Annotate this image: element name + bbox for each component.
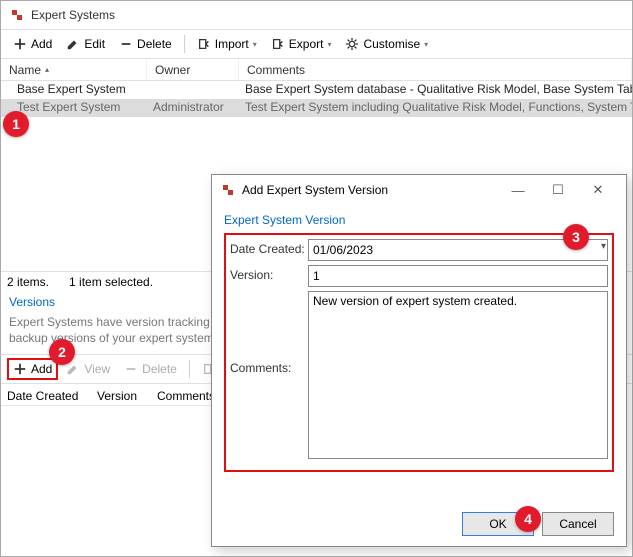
edit-button[interactable]: Edit	[60, 35, 111, 53]
comments-textarea[interactable]	[308, 291, 608, 459]
plus-icon	[13, 362, 27, 376]
selected-count: 1 item selected.	[69, 275, 153, 289]
column-header-version[interactable]: Version	[91, 387, 151, 406]
minus-icon	[119, 37, 133, 51]
titlebar: Expert Systems	[1, 1, 632, 29]
chevron-down-icon: ▾	[327, 40, 331, 49]
minimize-button[interactable]: —	[498, 176, 538, 204]
app-icon	[220, 182, 236, 198]
annotation-badge-4: 4	[515, 506, 541, 532]
add-button[interactable]: Add	[7, 35, 58, 53]
table-row[interactable]: Base Expert System Base Expert System da…	[1, 81, 632, 99]
gear-icon	[345, 37, 359, 51]
versions-delete-button[interactable]: Delete	[118, 360, 183, 378]
delete-button[interactable]: Delete	[113, 35, 178, 53]
version-input[interactable]	[308, 265, 608, 287]
chevron-down-icon: ▾	[253, 40, 257, 49]
annotation-badge-1: 1	[3, 111, 29, 137]
import-icon	[197, 37, 211, 51]
edit-icon	[66, 37, 80, 51]
toolbar-separator	[184, 35, 185, 53]
sort-asc-icon: ▴	[45, 65, 49, 74]
versions-add-button[interactable]: Add	[7, 358, 58, 380]
app-icon	[9, 7, 25, 23]
maximize-button[interactable]: ☐	[538, 176, 578, 204]
export-icon	[271, 37, 285, 51]
dialog-title: Add Expert System Version	[242, 183, 388, 197]
cancel-button[interactable]: Cancel	[542, 512, 614, 536]
comments-label: Comments:	[230, 291, 308, 375]
item-count: 2 items.	[7, 275, 49, 289]
chevron-down-icon[interactable]: ▾	[601, 241, 606, 252]
annotation-badge-2: 2	[49, 339, 75, 365]
edit-icon	[66, 362, 80, 376]
column-header-comments[interactable]: Comments	[239, 59, 632, 80]
main-toolbar: Add Edit Delete Import ▾ Export ▾ Custom…	[1, 29, 632, 59]
column-header-date[interactable]: Date Created	[1, 387, 91, 406]
close-button[interactable]: ✕	[578, 176, 618, 204]
annotation-badge-3: 3	[563, 224, 589, 250]
window-title: Expert Systems	[31, 8, 115, 22]
minus-icon	[124, 362, 138, 376]
import-button[interactable]: Import ▾	[191, 35, 263, 53]
dialog-section-title: Expert System Version	[224, 213, 614, 227]
date-created-input[interactable]	[308, 239, 608, 261]
column-header-name[interactable]: Name ▴	[1, 59, 147, 80]
dialog-form: Date Created: ▾ Version: Comments:	[224, 233, 614, 472]
grid-header: Name ▴ Owner Comments	[1, 59, 632, 81]
export-button[interactable]: Export ▾	[265, 35, 338, 53]
plus-icon	[13, 37, 27, 51]
toolbar-separator	[189, 360, 190, 378]
customise-button[interactable]: Customise ▾	[339, 35, 434, 53]
dialog-titlebar: Add Expert System Version — ☐ ✕	[212, 175, 626, 205]
chevron-down-icon: ▾	[424, 40, 428, 49]
version-label: Version:	[230, 265, 308, 282]
table-row[interactable]: Test Expert System Administrator Test Ex…	[1, 99, 632, 117]
column-header-owner[interactable]: Owner	[147, 59, 239, 80]
date-created-label: Date Created:	[230, 239, 308, 256]
